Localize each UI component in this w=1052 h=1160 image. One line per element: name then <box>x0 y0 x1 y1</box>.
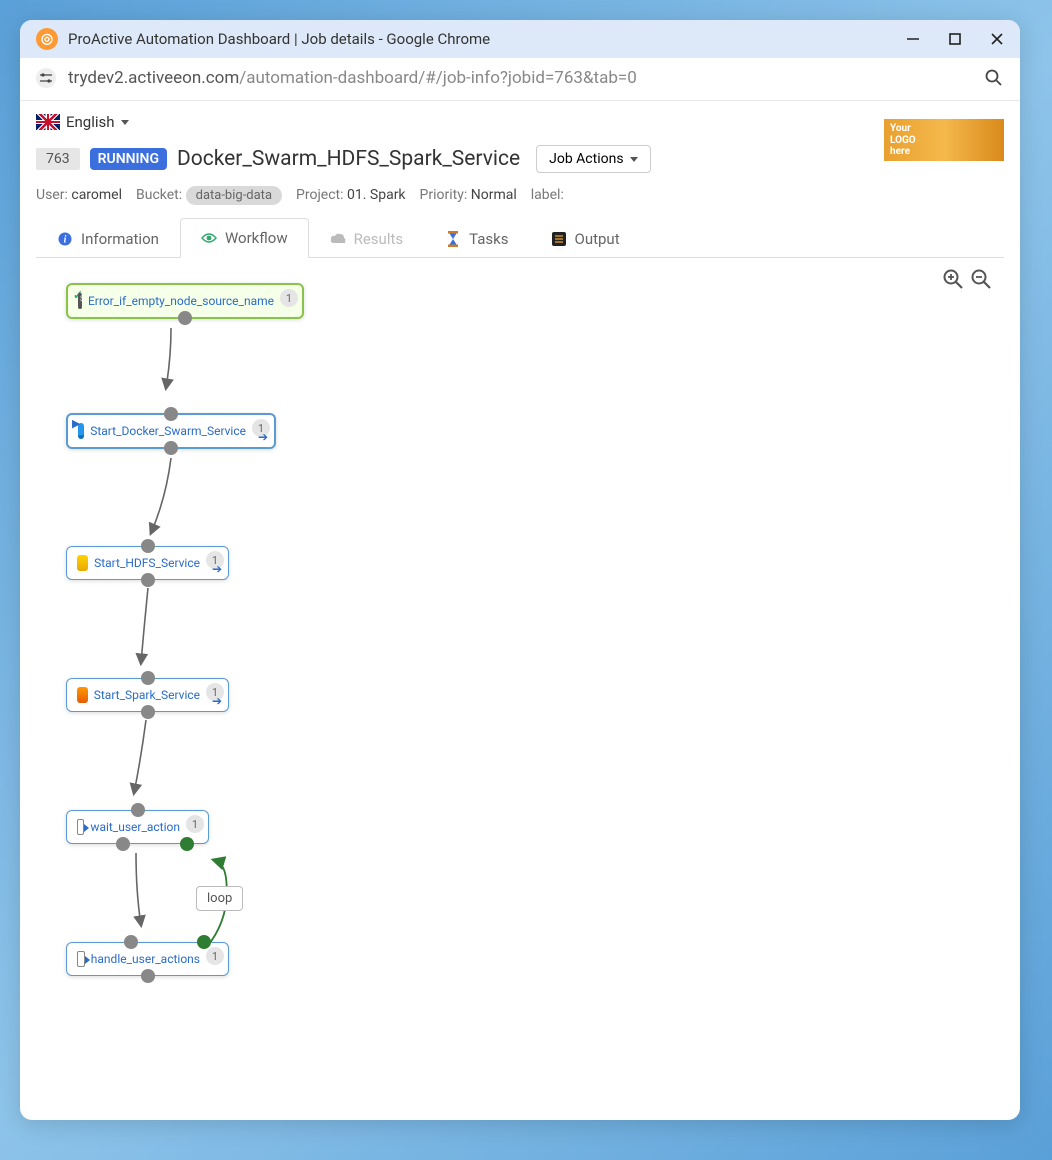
svg-text:i: i <box>64 234 67 245</box>
logo-line: here <box>890 146 998 158</box>
task-label: handle_user_actions <box>91 952 200 966</box>
tab-tasks[interactable]: Tasks <box>424 218 529 258</box>
job-header: 763 RUNNING Docker_Swarm_HDFS_Spark_Serv… <box>36 145 1004 173</box>
task-label: Start_Spark_Service <box>94 688 200 702</box>
tab-results[interactable]: Results <box>309 218 425 258</box>
task-count: 1 <box>280 289 298 307</box>
tab-label: Results <box>354 230 404 248</box>
eye-icon <box>201 230 217 246</box>
task-label: Start_Docker_Swarm_Service <box>90 424 246 438</box>
tab-workflow[interactable]: Workflow <box>180 218 309 258</box>
task-node-handle-user-actions[interactable]: handle_user_actions 1 <box>66 942 229 976</box>
meta-label: Bucket: <box>136 187 182 203</box>
port-icon <box>116 837 130 851</box>
arrow-right-icon: ➔ <box>212 562 222 576</box>
document-icon <box>77 951 85 967</box>
loop-label: loop <box>196 886 243 911</box>
terminal-icon <box>551 231 567 247</box>
task-count: 1 <box>186 815 204 833</box>
status-badge: RUNNING <box>90 148 167 170</box>
info-icon: i <box>57 231 73 247</box>
tab-label: Output <box>575 230 620 248</box>
cloud-icon <box>330 231 346 247</box>
language-selector[interactable]: English <box>36 113 1004 131</box>
url-host: trydev2.activeeon.com <box>68 68 239 88</box>
task-label: wait_user_action <box>90 820 180 834</box>
tab-output[interactable]: Output <box>530 218 641 258</box>
minimize-icon[interactable] <box>906 32 920 46</box>
hadoop-icon <box>77 555 88 571</box>
arrow-right-icon: ➔ <box>258 430 268 444</box>
port-icon <box>197 935 211 949</box>
port-icon <box>178 311 192 325</box>
port-icon <box>141 539 155 553</box>
tab-label: Workflow <box>225 229 288 247</box>
port-icon <box>180 837 194 851</box>
job-actions-label: Job Actions <box>549 151 623 167</box>
port-icon <box>124 935 138 949</box>
zoom-in-icon[interactable] <box>942 268 964 290</box>
url-path: /automation-dashboard/#/job-info?jobid=7… <box>239 68 637 88</box>
task-node-start-docker-swarm[interactable]: ▶ Start_Docker_Swarm_Service 1 ➔ <box>66 413 276 449</box>
logo-line: LOGO <box>890 135 998 147</box>
document-icon <box>77 819 84 835</box>
port-icon <box>141 705 155 719</box>
task-label: Error_if_empty_node_source_name <box>88 294 274 308</box>
job-actions-button[interactable]: Job Actions <box>536 145 650 173</box>
port-icon <box>164 441 178 455</box>
app-icon: ◎ <box>36 28 58 50</box>
task-node-error-if-empty[interactable]: ✓ Error_if_empty_node_source_name 1 <box>66 283 304 319</box>
port-icon <box>141 573 155 587</box>
browser-window: ◎ ProActive Automation Dashboard | Job d… <box>20 20 1020 1120</box>
tab-label: Information <box>81 230 159 248</box>
spark-icon <box>77 687 88 703</box>
task-label: Start_HDFS_Service <box>94 556 200 570</box>
language-label: English <box>66 113 115 131</box>
window-controls <box>906 32 1004 46</box>
page-content: English 763 RUNNING Docker_Swarm_HDFS_Sp… <box>20 101 1020 1120</box>
tab-information[interactable]: i Information <box>36 218 180 258</box>
url-display[interactable]: trydev2.activeeon.com/automation-dashboa… <box>68 68 972 88</box>
meta-label: label: <box>531 187 564 203</box>
port-icon <box>141 671 155 685</box>
script-icon <box>78 293 82 309</box>
job-id-badge: 763 <box>36 148 80 170</box>
tab-label: Tasks <box>469 230 508 248</box>
chevron-down-icon <box>630 157 638 162</box>
port-icon <box>141 969 155 983</box>
address-bar: trydev2.activeeon.com/automation-dashboa… <box>20 58 1020 101</box>
task-node-wait-user-action[interactable]: wait_user_action 1 <box>66 810 209 844</box>
titlebar: ◎ ProActive Automation Dashboard | Job d… <box>20 20 1020 58</box>
tabs: i Information Workflow Results <box>36 217 1004 258</box>
maximize-icon[interactable] <box>948 32 962 46</box>
hourglass-icon <box>445 231 461 247</box>
search-icon[interactable] <box>984 68 1004 88</box>
meta-label: User: <box>36 187 68 203</box>
close-icon[interactable] <box>990 32 1004 46</box>
meta-label: Project: <box>296 187 344 203</box>
task-node-start-hdfs[interactable]: Start_HDFS_Service 1 ➔ <box>66 546 229 580</box>
arrow-right-icon: ➔ <box>212 694 222 708</box>
window-title: ProActive Automation Dashboard | Job det… <box>68 30 896 48</box>
workflow-canvas[interactable]: ✓ Error_if_empty_node_source_name 1 ▶ St… <box>36 258 1004 1108</box>
port-icon <box>164 407 178 421</box>
meta-project: 01. Spark <box>347 187 406 203</box>
task-count: 1 <box>206 947 224 965</box>
meta-priority: Normal <box>471 187 517 203</box>
site-settings-icon[interactable] <box>36 68 56 88</box>
logo-line: Your <box>890 123 998 135</box>
port-icon <box>131 803 145 817</box>
bucket-badge: data-big-data <box>186 186 282 205</box>
meta-user: caromel <box>71 187 122 203</box>
zoom-controls <box>942 268 992 290</box>
meta-label: Priority: <box>420 187 468 203</box>
play-icon: ▶ <box>72 417 80 430</box>
job-title: Docker_Swarm_HDFS_Spark_Service <box>177 147 520 171</box>
zoom-out-icon[interactable] <box>970 268 992 290</box>
logo-placeholder: Your LOGO here <box>884 119 1004 161</box>
chevron-down-icon <box>121 120 129 125</box>
job-metadata: User: caromel Bucket: data-big-data Proj… <box>36 187 1004 203</box>
task-node-start-spark[interactable]: Start_Spark_Service 1 ➔ <box>66 678 229 712</box>
flag-icon <box>36 114 60 130</box>
